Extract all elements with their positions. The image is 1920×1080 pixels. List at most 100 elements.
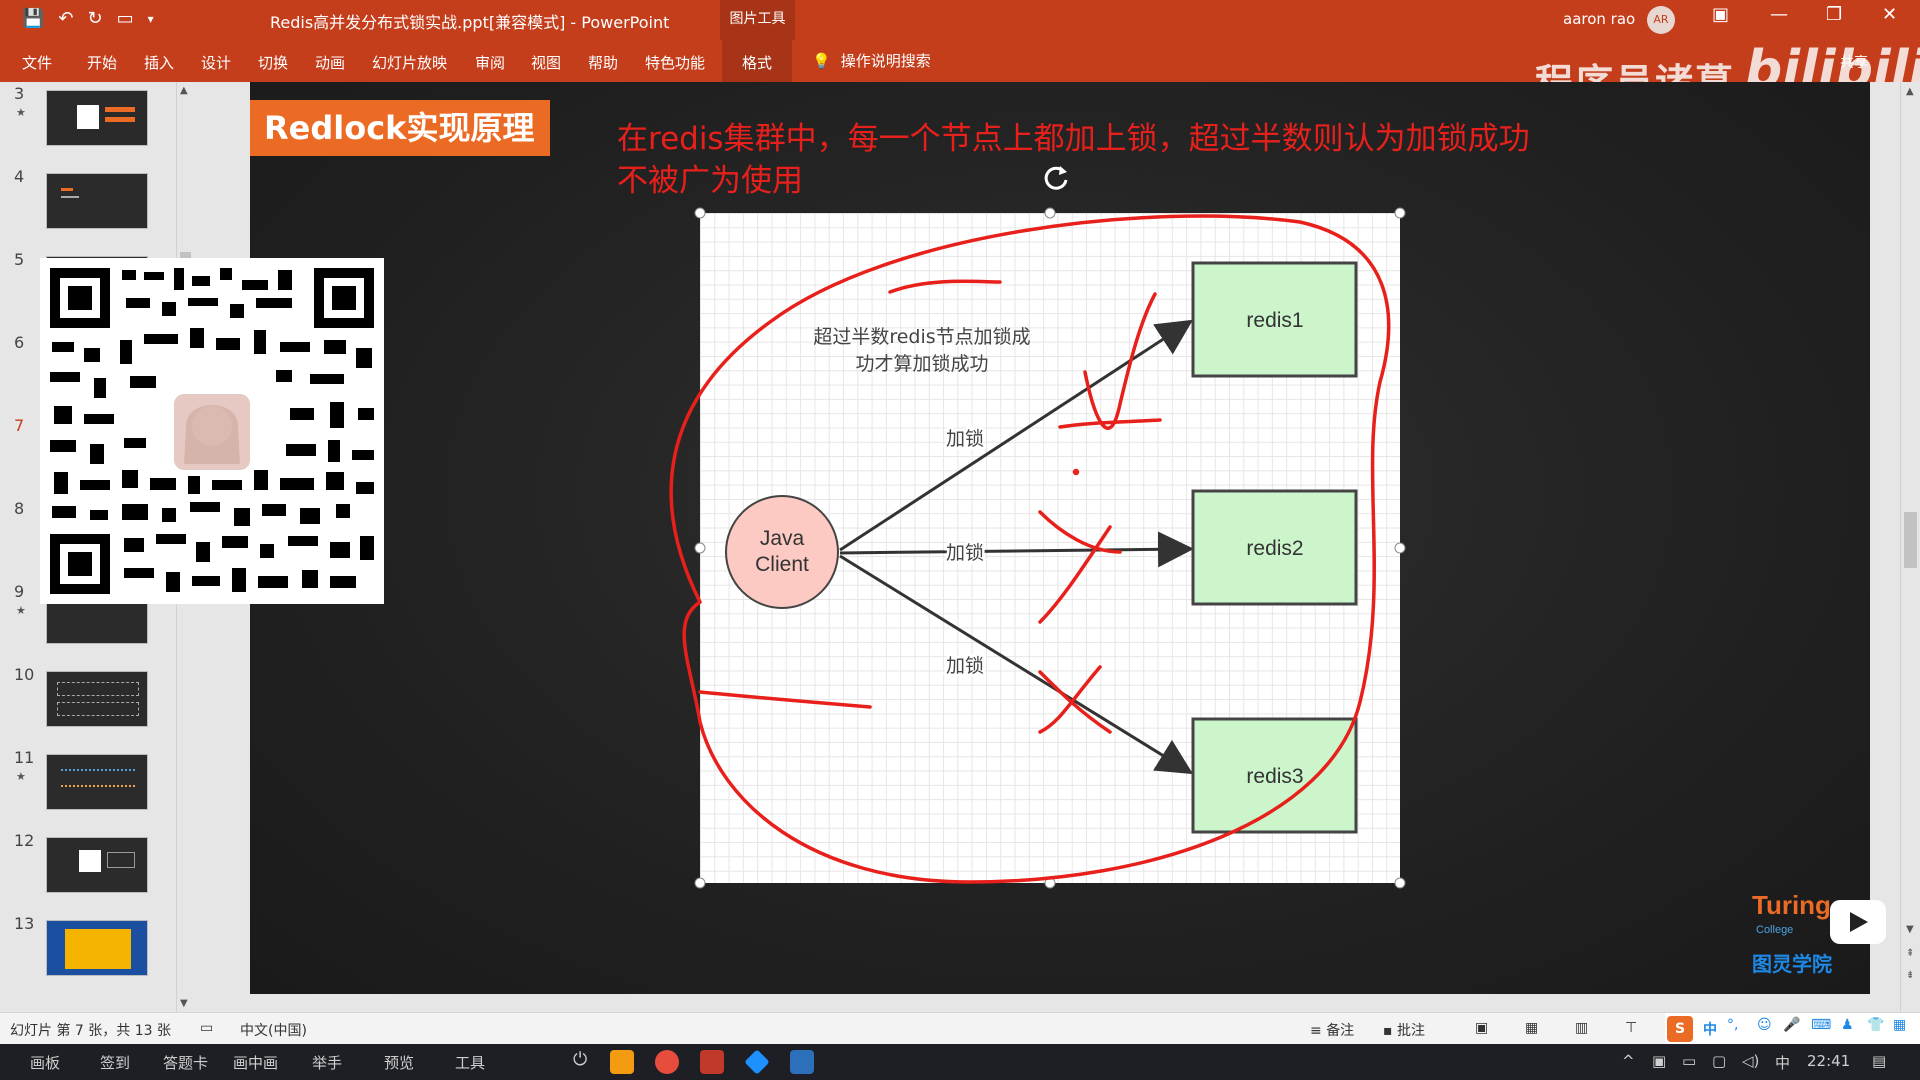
tell-me-search[interactable]: 💡 操作说明搜索 — [812, 50, 931, 71]
turing-college-logo: Turing College 图灵学院 — [1752, 890, 1892, 1000]
taskbar-answer-card[interactable]: 答题卡 — [163, 1052, 208, 1073]
slide-preview — [46, 837, 148, 893]
slide-number: 10 — [14, 665, 35, 684]
next-slide-icon[interactable]: ⇟ — [1906, 970, 1914, 981]
tab-home[interactable]: 开始 — [87, 52, 117, 73]
slide-number: 4 — [14, 167, 25, 186]
slide-number: 12 — [14, 831, 35, 850]
tab-file[interactable]: 文件 — [22, 52, 52, 73]
tray-app-icon[interactable]: ▣ — [1652, 1052, 1666, 1070]
spell-check-icon[interactable]: ▭ — [200, 1020, 213, 1036]
turing-logo-cn: 图灵学院 — [1752, 952, 1832, 976]
taskbar-raise-hand[interactable]: 举手 — [312, 1052, 342, 1073]
ime-indicator[interactable]: 中 — [1775, 1052, 1790, 1073]
slide-preview — [46, 754, 148, 810]
ime-voice-icon[interactable]: 🎤 — [1783, 1017, 1800, 1033]
taskbar-tools[interactable]: 工具 — [455, 1052, 485, 1073]
power-icon[interactable]: ⏻ — [573, 1049, 587, 1070]
ime-chinese-mode[interactable]: 中 — [1703, 1019, 1717, 1039]
app-icon-redis[interactable] — [700, 1050, 724, 1074]
save-icon[interactable]: 💾 — [22, 8, 44, 30]
animation-star-icon: ★ — [16, 604, 26, 617]
video-player-icon — [1830, 900, 1886, 944]
previous-slide-icon[interactable]: ⇞ — [1906, 948, 1914, 959]
slide-preview — [46, 671, 148, 727]
lightbulb-icon: 💡 — [812, 51, 831, 70]
comments-button[interactable]: ▪ 批注 — [1383, 1020, 1425, 1040]
tab-slideshow[interactable]: 幻灯片放映 — [372, 52, 447, 73]
editor-scrollbar[interactable]: ▲ ▼ ⇞ ⇟ — [1900, 82, 1920, 1012]
tab-special-features[interactable]: 特色功能 — [645, 52, 705, 73]
user-name[interactable]: aaron rao — [1563, 10, 1635, 28]
tab-review[interactable]: 审阅 — [475, 52, 505, 73]
tray-expand-icon[interactable]: ^ — [1622, 1052, 1635, 1070]
app-icon-blue[interactable] — [744, 1049, 770, 1075]
customize-toolbar-icon[interactable]: ▾ — [148, 8, 154, 30]
app-icon-photos[interactable] — [790, 1050, 814, 1074]
tab-design[interactable]: 设计 — [201, 52, 231, 73]
sogou-ime-icon[interactable]: S — [1667, 1016, 1693, 1042]
tab-view[interactable]: 视图 — [531, 52, 561, 73]
tab-insert[interactable]: 插入 — [144, 52, 174, 73]
pen-annotations — [669, 214, 1391, 884]
slide-preview — [46, 598, 148, 644]
battery-icon[interactable]: ▭ — [1682, 1052, 1696, 1070]
slide-sorter-icon[interactable]: ▦ — [1525, 1020, 1538, 1036]
turing-logo-text: Turing — [1752, 890, 1831, 920]
picture-tools-group-label: 图片工具 — [720, 0, 795, 40]
slide-preview — [46, 920, 148, 976]
tab-animations[interactable]: 动画 — [315, 52, 345, 73]
slideshow-view-icon[interactable]: ⊤ — [1625, 1020, 1637, 1036]
slide-preview — [46, 90, 148, 146]
close-button[interactable]: ✕ — [1882, 4, 1897, 25]
animation-star-icon: ★ — [16, 106, 26, 119]
ime-punctuation-icon[interactable]: °, — [1727, 1017, 1738, 1033]
animation-star-icon: ★ — [16, 770, 26, 783]
classroom-taskbar: 画板 签到 答题卡 画中画 举手 预览 工具 ⏻ ^ ▣ ▭ ▢ ◁) 中 22… — [0, 1044, 1920, 1080]
language-indicator[interactable]: 中文(中国) — [240, 1020, 307, 1040]
slide-number: 5 — [14, 250, 25, 269]
status-bar: 幻灯片 第 7 张，共 13 张 ▭ 中文(中国) ≡ 备注 ▪ 批注 ▣ ▦ … — [0, 1012, 1920, 1045]
notes-button[interactable]: ≡ 备注 — [1310, 1020, 1354, 1040]
scroll-down-icon[interactable]: ▼ — [180, 998, 188, 1009]
app-icon-orange[interactable] — [610, 1050, 634, 1074]
ime-user-icon[interactable]: ♟ — [1841, 1017, 1854, 1033]
slide-number: 11 — [14, 748, 35, 767]
ime-toolbar[interactable]: S 中 °, ☺ 🎤 ⌨ ♟ 👕 ▦ — [1665, 1013, 1920, 1045]
network-icon[interactable]: ▢ — [1712, 1052, 1726, 1070]
scroll-down-icon[interactable]: ▼ — [1906, 924, 1914, 935]
app-icon-red[interactable] — [655, 1050, 679, 1074]
ime-toolbox-icon[interactable]: ▦ — [1893, 1017, 1906, 1033]
ime-skin-icon[interactable]: 👕 — [1867, 1017, 1884, 1033]
scroll-up-icon[interactable]: ▲ — [1906, 86, 1914, 97]
volume-icon[interactable]: ◁) — [1742, 1052, 1759, 1070]
scroll-thumb[interactable] — [1904, 512, 1917, 568]
taskbar-preview[interactable]: 预览 — [384, 1052, 414, 1073]
avatar[interactable]: AR — [1647, 6, 1675, 34]
slide-canvas[interactable]: Redlock实现原理 在redis集群中，每一个节点上都加上锁，超过半数则认为… — [250, 82, 1870, 994]
normal-view-icon[interactable]: ▣ — [1475, 1020, 1488, 1036]
clock[interactable]: 22:41 — [1807, 1052, 1850, 1070]
slideshow-icon[interactable]: ▭ — [117, 8, 134, 30]
ribbon-display-options-icon[interactable]: ▣ — [1712, 4, 1729, 25]
slide-preview — [46, 173, 148, 229]
qr-code-overlay — [40, 258, 384, 604]
reading-view-icon[interactable]: ▥ — [1575, 1020, 1588, 1036]
redo-icon[interactable]: ↻ — [88, 8, 103, 30]
taskbar-check-in[interactable]: 签到 — [100, 1052, 130, 1073]
tab-format[interactable]: 格式 — [722, 40, 793, 82]
scroll-up-icon[interactable]: ▲ — [180, 85, 188, 96]
undo-icon[interactable]: ↶ — [58, 8, 73, 30]
tab-transitions[interactable]: 切换 — [258, 52, 288, 73]
tab-help[interactable]: 帮助 — [588, 52, 618, 73]
ime-keyboard-icon[interactable]: ⌨ — [1811, 1017, 1831, 1033]
slide-counter: 幻灯片 第 7 张，共 13 张 — [10, 1023, 171, 1039]
slide-number: 7 — [14, 416, 25, 435]
notification-icon[interactable]: ▤ — [1872, 1052, 1886, 1070]
ime-emoji-icon[interactable]: ☺ — [1757, 1017, 1772, 1033]
comments-label: 批注 — [1396, 1023, 1425, 1039]
minimize-button[interactable]: — — [1770, 4, 1788, 25]
taskbar-drawing-board[interactable]: 画板 — [30, 1052, 60, 1073]
taskbar-picture-in-picture[interactable]: 画中画 — [233, 1052, 278, 1073]
restore-button[interactable]: ❐ — [1826, 4, 1842, 25]
